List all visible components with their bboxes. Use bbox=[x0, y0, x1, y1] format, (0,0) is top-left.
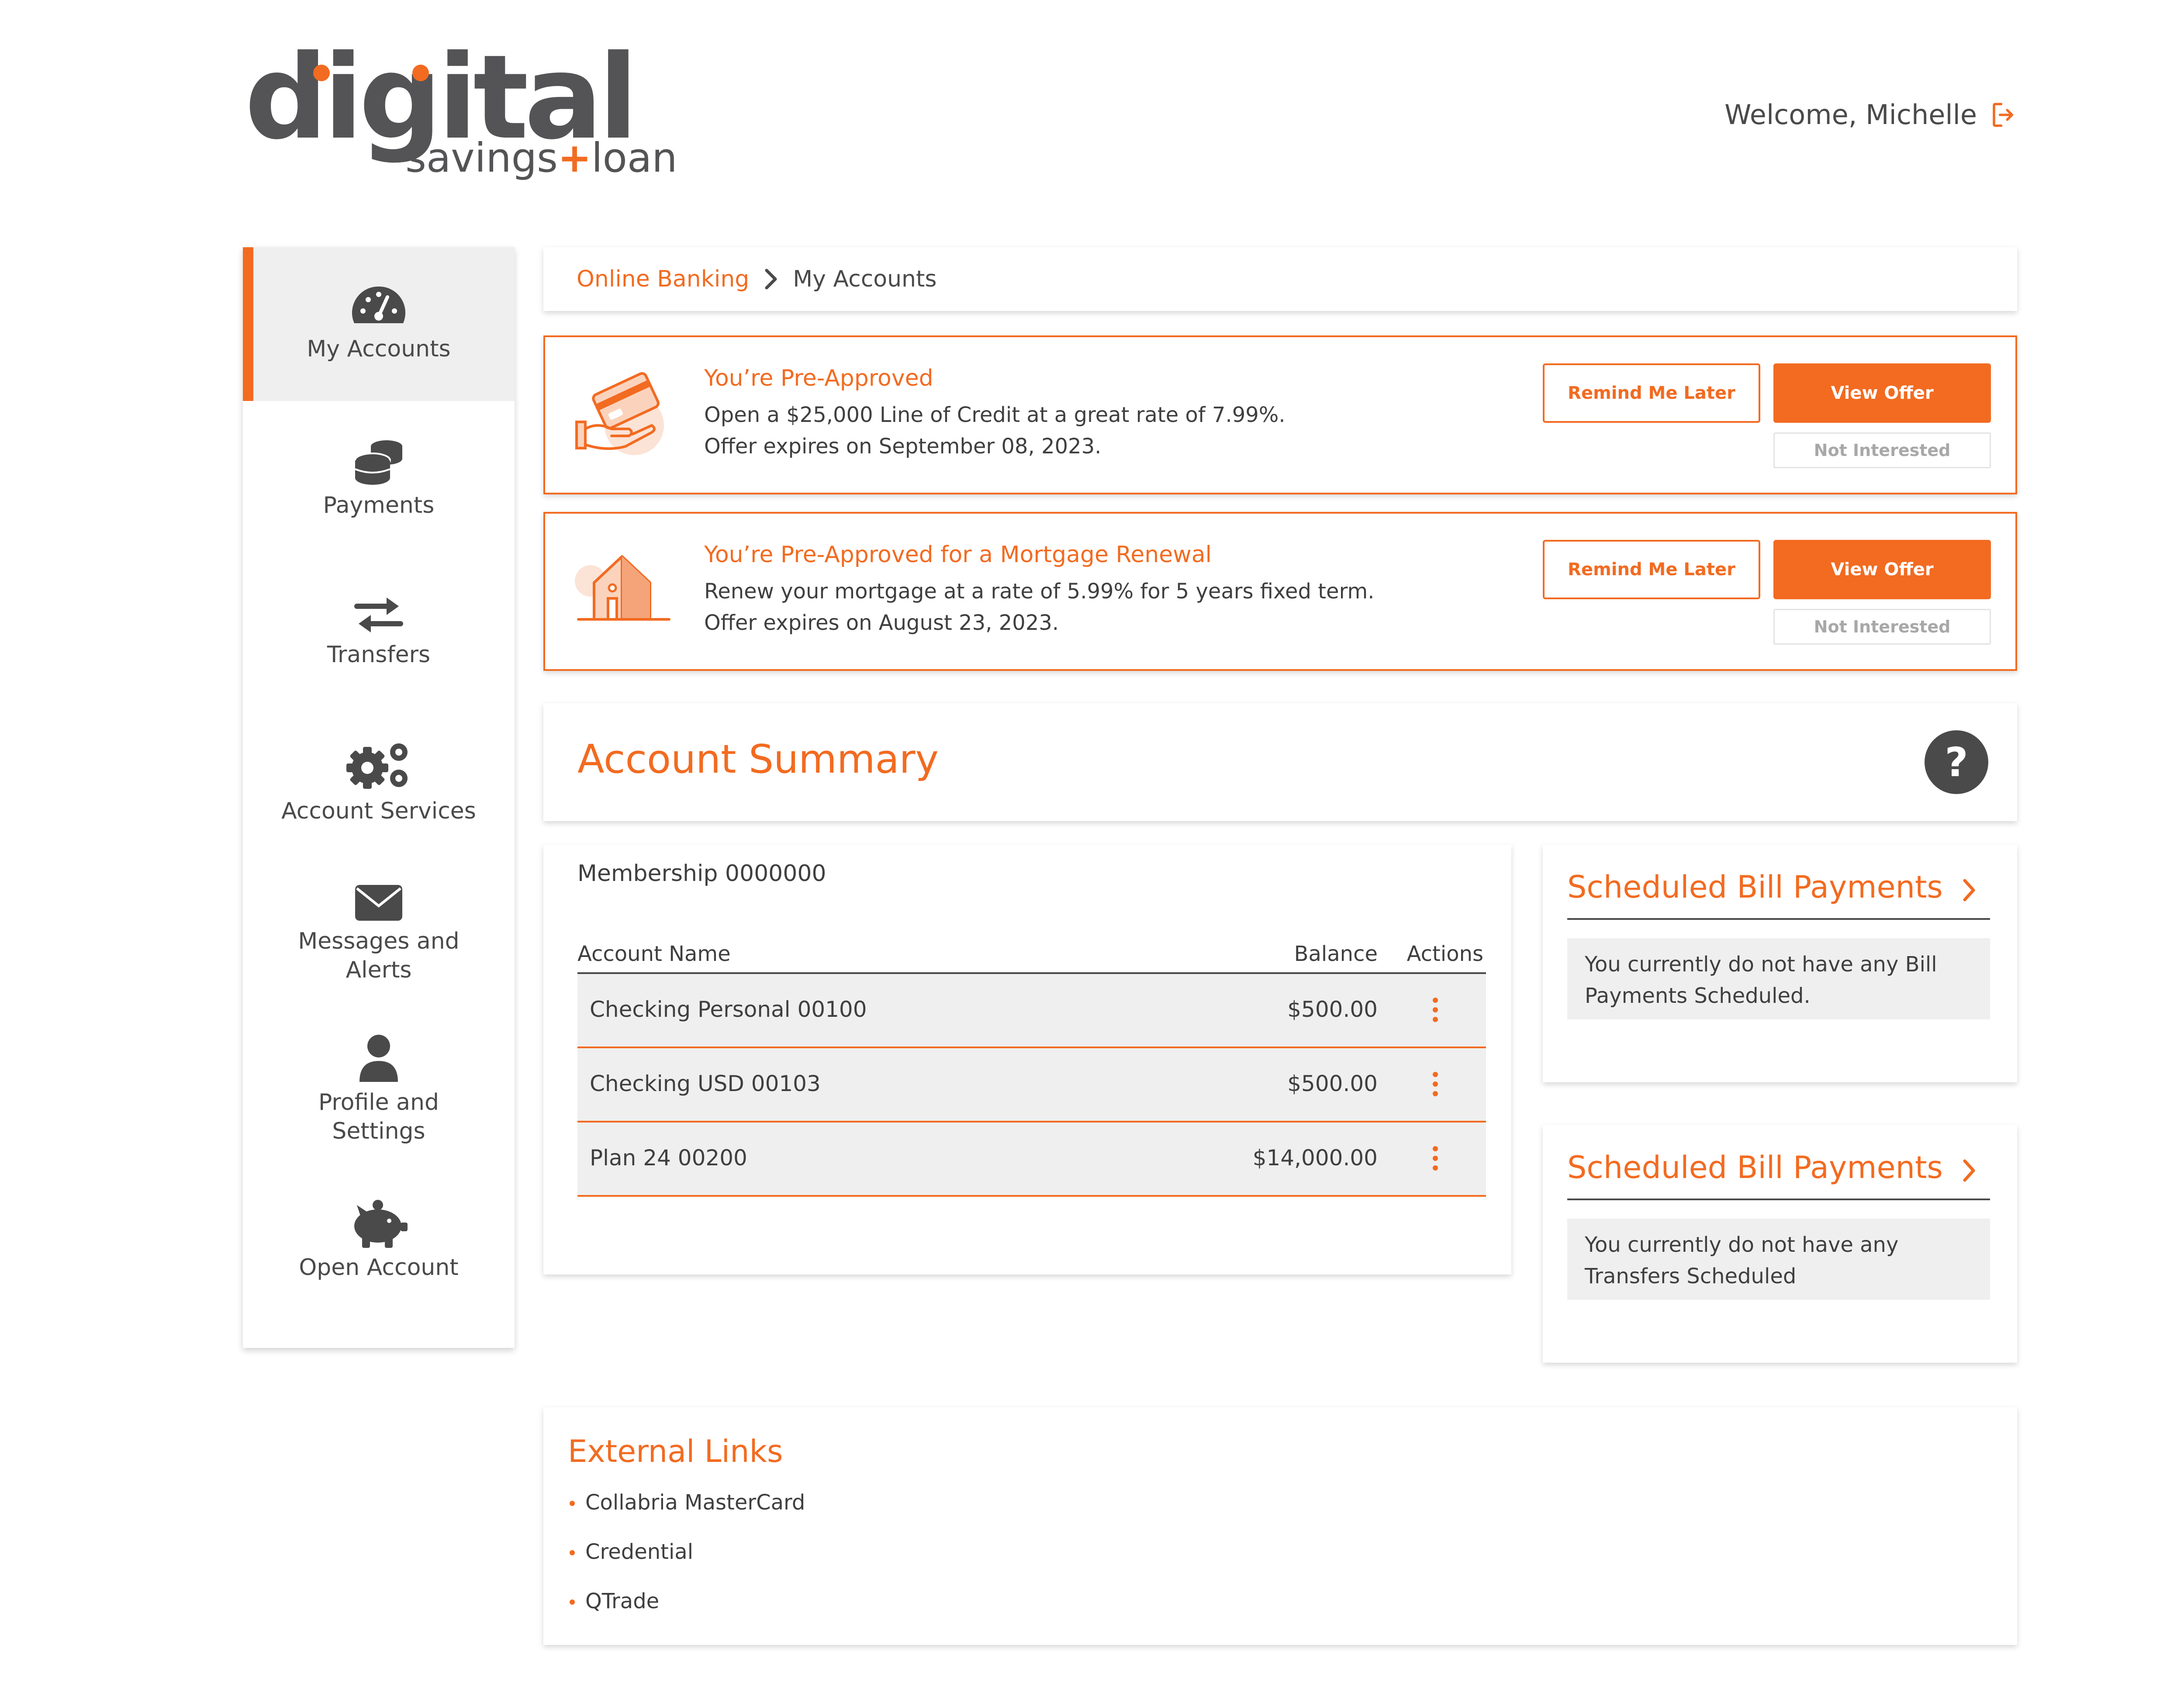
accounts-table-header: Account Name Balance Actions bbox=[577, 932, 1486, 974]
sidebar-label-my-accounts: My Accounts bbox=[307, 336, 451, 362]
remind-me-later-button[interactable]: Remind Me Later bbox=[1543, 540, 1760, 599]
offer-description: Renew your mortgage at a rate of 5.99% f… bbox=[704, 579, 1375, 604]
sidebar-item-payments[interactable]: Payments bbox=[243, 401, 515, 555]
table-row[interactable]: Plan 24 00200 $14,000.00 bbox=[577, 1123, 1486, 1197]
sidebar-item-transfers[interactable]: Transfers bbox=[243, 555, 515, 708]
bullet-dot bbox=[570, 1550, 575, 1555]
membership-number: Membership 0000000 bbox=[577, 860, 826, 887]
sidebar-item-my-accounts[interactable]: My Accounts bbox=[243, 247, 515, 401]
panel-title-link[interactable]: Scheduled Bill Payments bbox=[1567, 1150, 1990, 1200]
list-item[interactable]: Credential bbox=[568, 1540, 805, 1589]
account-balance: $14,000.00 bbox=[1252, 1145, 1378, 1171]
chevron-right-icon bbox=[762, 268, 780, 290]
chevron-right-icon bbox=[1960, 877, 1978, 903]
speedometer-icon bbox=[351, 285, 407, 330]
panel-title-text: Scheduled Bill Payments bbox=[1567, 1150, 1943, 1185]
breadcrumb: Online Banking My Accounts bbox=[543, 247, 2017, 311]
coins-icon bbox=[353, 436, 404, 487]
logo-dot-i2 bbox=[412, 65, 429, 81]
panel-title-text: Scheduled Bill Payments bbox=[1567, 869, 1943, 905]
accounts-card: Membership 0000000 Account Name Balance … bbox=[543, 845, 1511, 1275]
empty-state-message: You currently do not have any Bill Payme… bbox=[1567, 938, 1990, 1019]
sidebar-label-account-services: Account Services bbox=[281, 798, 476, 824]
external-link[interactable]: Credential bbox=[585, 1540, 693, 1564]
logout-icon[interactable] bbox=[1989, 100, 2018, 129]
more-actions-icon[interactable] bbox=[1431, 1072, 1440, 1098]
panel-title-link[interactable]: Scheduled Bill Payments bbox=[1567, 869, 1990, 920]
logo-tagline-left: savings bbox=[405, 135, 558, 181]
sidebar-label-profile-settings: Profile and Settings bbox=[318, 1089, 439, 1144]
transfer-arrows-icon bbox=[353, 594, 404, 636]
view-offer-button[interactable]: View Offer bbox=[1773, 363, 1991, 423]
sidebar-item-account-services[interactable]: Account Services bbox=[243, 708, 515, 857]
sidebar-item-messages-alerts[interactable]: Messages and Alerts bbox=[243, 857, 515, 1011]
piggy-bank-icon bbox=[348, 1198, 409, 1249]
sidebar-label-messages-alerts: Messages and Alerts bbox=[298, 928, 460, 983]
house-icon bbox=[571, 544, 676, 638]
more-actions-icon[interactable] bbox=[1431, 998, 1440, 1024]
sidebar-item-open-account[interactable]: Open Account bbox=[243, 1168, 515, 1312]
credit-card-hand-icon bbox=[571, 368, 676, 461]
external-link[interactable]: Collabria MasterCard bbox=[585, 1490, 805, 1515]
sidebar-label-transfers: Transfers bbox=[327, 642, 431, 668]
logo-dot-i1 bbox=[313, 65, 330, 81]
scheduled-transfers-panel: Scheduled Bill Payments You currently do… bbox=[1543, 1125, 2017, 1363]
external-links-list: Collabria MasterCard Credential QTrade bbox=[568, 1490, 805, 1638]
account-name[interactable]: Checking USD 00103 bbox=[590, 1071, 821, 1096]
column-header-actions: Actions bbox=[1406, 942, 1483, 966]
logo-tagline-right: loan bbox=[591, 135, 677, 181]
welcome-area: Welcome, Michelle bbox=[1724, 99, 2018, 131]
not-interested-button[interactable]: Not Interested bbox=[1773, 432, 1991, 468]
sidebar-label-payments: Payments bbox=[323, 492, 435, 518]
list-item[interactable]: QTrade bbox=[568, 1589, 805, 1638]
bullet-dot bbox=[570, 1599, 575, 1605]
account-name[interactable]: Checking Personal 00100 bbox=[590, 997, 867, 1022]
external-links-title: External Links bbox=[568, 1433, 783, 1469]
external-links-card: External Links Collabria MasterCard Cred… bbox=[543, 1407, 2017, 1645]
offer-description: Open a $25,000 Line of Credit at a great… bbox=[704, 403, 1286, 427]
column-header-balance: Balance bbox=[1294, 942, 1378, 966]
account-summary-header: Account Summary ? bbox=[543, 703, 2017, 821]
brand-logo[interactable]: digital savings+loan bbox=[245, 39, 681, 188]
sidebar-label-open-account: Open Account bbox=[299, 1254, 459, 1281]
gears-icon bbox=[345, 740, 413, 792]
view-offer-button[interactable]: View Offer bbox=[1773, 540, 1991, 599]
user-icon bbox=[358, 1033, 400, 1084]
scheduled-bill-payments-panel: Scheduled Bill Payments You currently do… bbox=[1543, 845, 2017, 1082]
empty-state-message: You currently do not have any Transfers … bbox=[1567, 1219, 1990, 1300]
table-row[interactable]: Checking USD 00103 $500.00 bbox=[577, 1048, 1486, 1123]
welcome-text: Welcome, Michelle bbox=[1724, 99, 1977, 131]
remind-me-later-button[interactable]: Remind Me Later bbox=[1543, 363, 1760, 423]
offer-card-mortgage-renewal: You’re Pre-Approved for a Mortgage Renew… bbox=[543, 512, 2017, 671]
envelope-icon bbox=[353, 883, 404, 922]
logo-plus: + bbox=[557, 135, 592, 181]
not-interested-button[interactable]: Not Interested bbox=[1773, 609, 1991, 645]
table-row[interactable]: Checking Personal 00100 $500.00 bbox=[577, 974, 1486, 1048]
external-link[interactable]: QTrade bbox=[585, 1589, 659, 1613]
account-balance: $500.00 bbox=[1287, 1071, 1378, 1096]
account-balance: $500.00 bbox=[1287, 997, 1378, 1022]
account-name[interactable]: Plan 24 00200 bbox=[590, 1145, 747, 1171]
accounts-table: Account Name Balance Actions Checking Pe… bbox=[577, 932, 1486, 1197]
offer-expiry: Offer expires on September 08, 2023. bbox=[704, 434, 1102, 459]
logo-tagline: savings+loan bbox=[405, 138, 677, 178]
sidebar-nav: My Accounts Payments Transfers Account S… bbox=[243, 247, 515, 1348]
breadcrumb-current: My Accounts bbox=[793, 266, 937, 292]
offer-expiry: Offer expires on August 23, 2023. bbox=[704, 611, 1059, 635]
chevron-right-icon bbox=[1960, 1157, 1978, 1184]
column-header-account-name: Account Name bbox=[577, 942, 731, 966]
sidebar-item-profile-settings[interactable]: Profile and Settings bbox=[243, 1011, 515, 1168]
offer-title: You’re Pre-Approved bbox=[704, 365, 933, 391]
more-actions-icon[interactable] bbox=[1431, 1146, 1440, 1172]
bullet-dot bbox=[570, 1501, 575, 1506]
list-item[interactable]: Collabria MasterCard bbox=[568, 1490, 805, 1540]
breadcrumb-link-online-banking[interactable]: Online Banking bbox=[577, 266, 749, 292]
help-button[interactable]: ? bbox=[1925, 730, 1988, 794]
offer-card-line-of-credit: You’re Pre-Approved Open a $25,000 Line … bbox=[543, 335, 2017, 494]
page-title: Account Summary bbox=[577, 736, 939, 782]
offer-title: You’re Pre-Approved for a Mortgage Renew… bbox=[704, 542, 1212, 568]
